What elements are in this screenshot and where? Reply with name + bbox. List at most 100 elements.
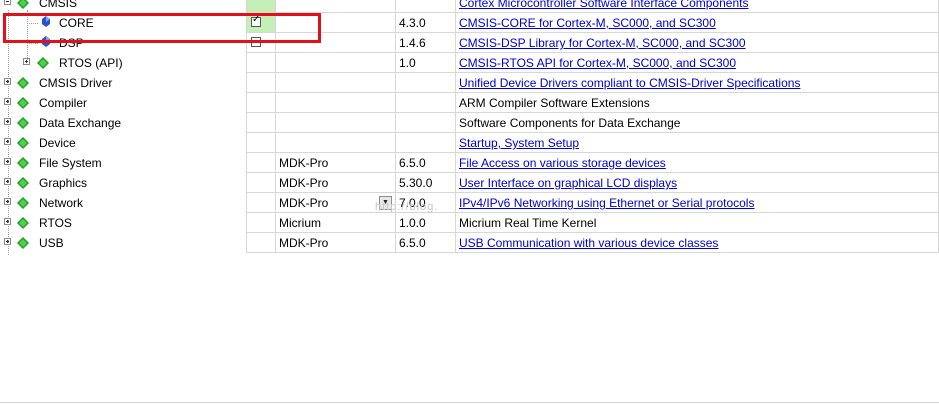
tree-cell: CMSIS Driver [0, 73, 246, 93]
watermark: http://blog. [375, 201, 439, 213]
variant-cell [276, 0, 396, 13]
description-cell: ARM Compiler Software Extensions [456, 93, 939, 113]
variant-cell: MDK-Pro [276, 173, 396, 193]
component-name: Device [39, 136, 76, 150]
highlight-box [3, 13, 321, 43]
version-cell [396, 73, 456, 93]
table-row-cmsis[interactable]: CMSIS Cortex Microcontroller Software In… [0, 0, 939, 13]
description-link[interactable]: Startup, System Setup [459, 136, 579, 150]
table-row-rtos[interactable]: RTOS Micrium 1.0.0 Micrium Real Time Ker… [0, 213, 939, 233]
variant-cell [276, 73, 396, 93]
version-text: 4.3.0 [399, 16, 426, 30]
variant-text: MDK-Pro [279, 176, 329, 190]
description-cell: IPv4/IPv6 Networking using Ethernet or S… [456, 193, 939, 213]
version-cell: 5.30.0 [396, 173, 456, 193]
component-diamond-icon [17, 197, 29, 209]
component-diamond-icon [17, 157, 29, 169]
version-text: 1.4.6 [399, 36, 426, 50]
version-cell [396, 113, 456, 133]
component-diamond-icon [17, 0, 29, 9]
description-link[interactable]: User Interface on graphical LCD displays [459, 176, 677, 190]
table-row-usb[interactable]: USB MDK-Pro 6.5.0 USB Communication with… [0, 233, 939, 253]
description-cell: Cortex Microcontroller Software Interfac… [456, 0, 939, 13]
collapse-icon[interactable] [4, 0, 11, 5]
description-cell: Micrium Real Time Kernel [456, 213, 939, 233]
component-diamond-icon [17, 177, 29, 189]
description-link[interactable]: Cortex Microcontroller Software Interfac… [459, 0, 748, 10]
select-cell [246, 93, 276, 113]
table-row-file-system[interactable]: File System MDK-Pro 6.5.0 File Access on… [0, 153, 939, 173]
variant-cell [276, 93, 396, 113]
table-row-device[interactable]: Device Startup, System Setup [0, 133, 939, 153]
select-cell [246, 153, 276, 173]
select-cell [246, 133, 276, 153]
description-link[interactable]: IPv4/IPv6 Networking using Ethernet or S… [459, 196, 754, 210]
component-diamond-icon [17, 97, 29, 109]
description-cell: User Interface on graphical LCD displays [456, 173, 939, 193]
tree-cell: File System [0, 153, 246, 173]
description-cell: Software Components for Data Exchange [456, 113, 939, 133]
tree-cell: Compiler [0, 93, 246, 113]
component-name: File System [39, 156, 102, 170]
description-link[interactable]: CMSIS-CORE for Cortex-M, SC000, and SC30… [459, 16, 716, 30]
description-text: Software Components for Data Exchange [459, 116, 681, 130]
variant-cell [276, 53, 396, 73]
component-name: RTOS [39, 216, 72, 230]
tree-cell: RTOS (API) [0, 53, 246, 73]
version-cell: 4.3.0 [396, 13, 456, 33]
description-cell: CMSIS-DSP Library for Cortex-M, SC000, a… [456, 33, 939, 53]
tree-cell: Data Exchange [0, 113, 246, 133]
component-name: Network [39, 196, 84, 210]
description-link[interactable]: File Access on various storage devices [459, 156, 666, 170]
tree-cell: Network [0, 193, 246, 213]
variant-cell: Micrium [276, 213, 396, 233]
select-cell [246, 173, 276, 193]
divider [0, 402, 939, 403]
component-name: RTOS (API) [59, 56, 123, 70]
tree-connector [27, 43, 38, 44]
description-link[interactable]: USB Communication with various device cl… [459, 236, 718, 250]
description-text: ARM Compiler Software Extensions [459, 96, 650, 110]
tree-cell: Graphics [0, 173, 246, 193]
description-cell: Startup, System Setup [456, 133, 939, 153]
table-row-cmsis-driver[interactable]: CMSIS Driver Unified Device Drivers comp… [0, 73, 939, 93]
description-cell: CMSIS-CORE for Cortex-M, SC000, and SC30… [456, 13, 939, 33]
version-cell: 1.0 [396, 53, 456, 73]
variant-cell: MDK-Pro [276, 153, 396, 173]
component-diamond-icon [17, 237, 29, 249]
version-text: 6.5.0 [399, 156, 426, 170]
select-cell [246, 213, 276, 233]
version-cell: 1.0.0 [396, 213, 456, 233]
component-name: Compiler [39, 96, 88, 110]
select-cell [246, 233, 276, 253]
version-cell: 6.5.0 [396, 233, 456, 253]
component-diamond-icon [17, 117, 29, 129]
version-cell [396, 93, 456, 113]
version-cell: 1.4.6 [396, 33, 456, 53]
tree-cell: USB [0, 233, 246, 253]
variant-text: MDK-Pro [279, 156, 329, 170]
version-text: 1.0.0 [399, 216, 426, 230]
variant-text: MDK-Pro [279, 236, 329, 250]
description-link[interactable]: CMSIS-DSP Library for Cortex-M, SC000, a… [459, 36, 746, 50]
description-cell: File Access on various storage devices [456, 153, 939, 173]
version-text: 5.30.0 [399, 176, 433, 190]
table-row-compiler[interactable]: Compiler ARM Compiler Software Extension… [0, 93, 939, 113]
table-row-graphics[interactable]: Graphics MDK-Pro 5.30.0 User Interface o… [0, 173, 939, 193]
tree-connector [8, 10, 9, 255]
component-diamond-icon [37, 57, 49, 69]
table-row-data-exchange[interactable]: Data Exchange Software Components for Da… [0, 113, 939, 133]
description-link[interactable]: Unified Device Drivers compliant to CMSI… [459, 76, 800, 90]
select-cell [246, 113, 276, 133]
component-diamond-icon [17, 217, 29, 229]
table-row-network[interactable]: Network MDK-Pro ▼ 7.0.0 IPv4/IPv6 Networ… [0, 193, 939, 213]
version-cell: 6.5.0 [396, 153, 456, 173]
tree-cell: RTOS [0, 213, 246, 233]
select-cell [246, 0, 276, 13]
version-cell [396, 0, 456, 13]
description-text: Micrium Real Time Kernel [459, 216, 597, 230]
table-row-rtos-api[interactable]: RTOS (API) 1.0 CMSIS-RTOS API for Cortex… [0, 53, 939, 73]
description-link[interactable]: CMSIS-RTOS API for Cortex-M, SC000, and … [459, 56, 736, 70]
component-diamond-icon [17, 77, 29, 89]
variant-cell: MDK-Pro [276, 233, 396, 253]
